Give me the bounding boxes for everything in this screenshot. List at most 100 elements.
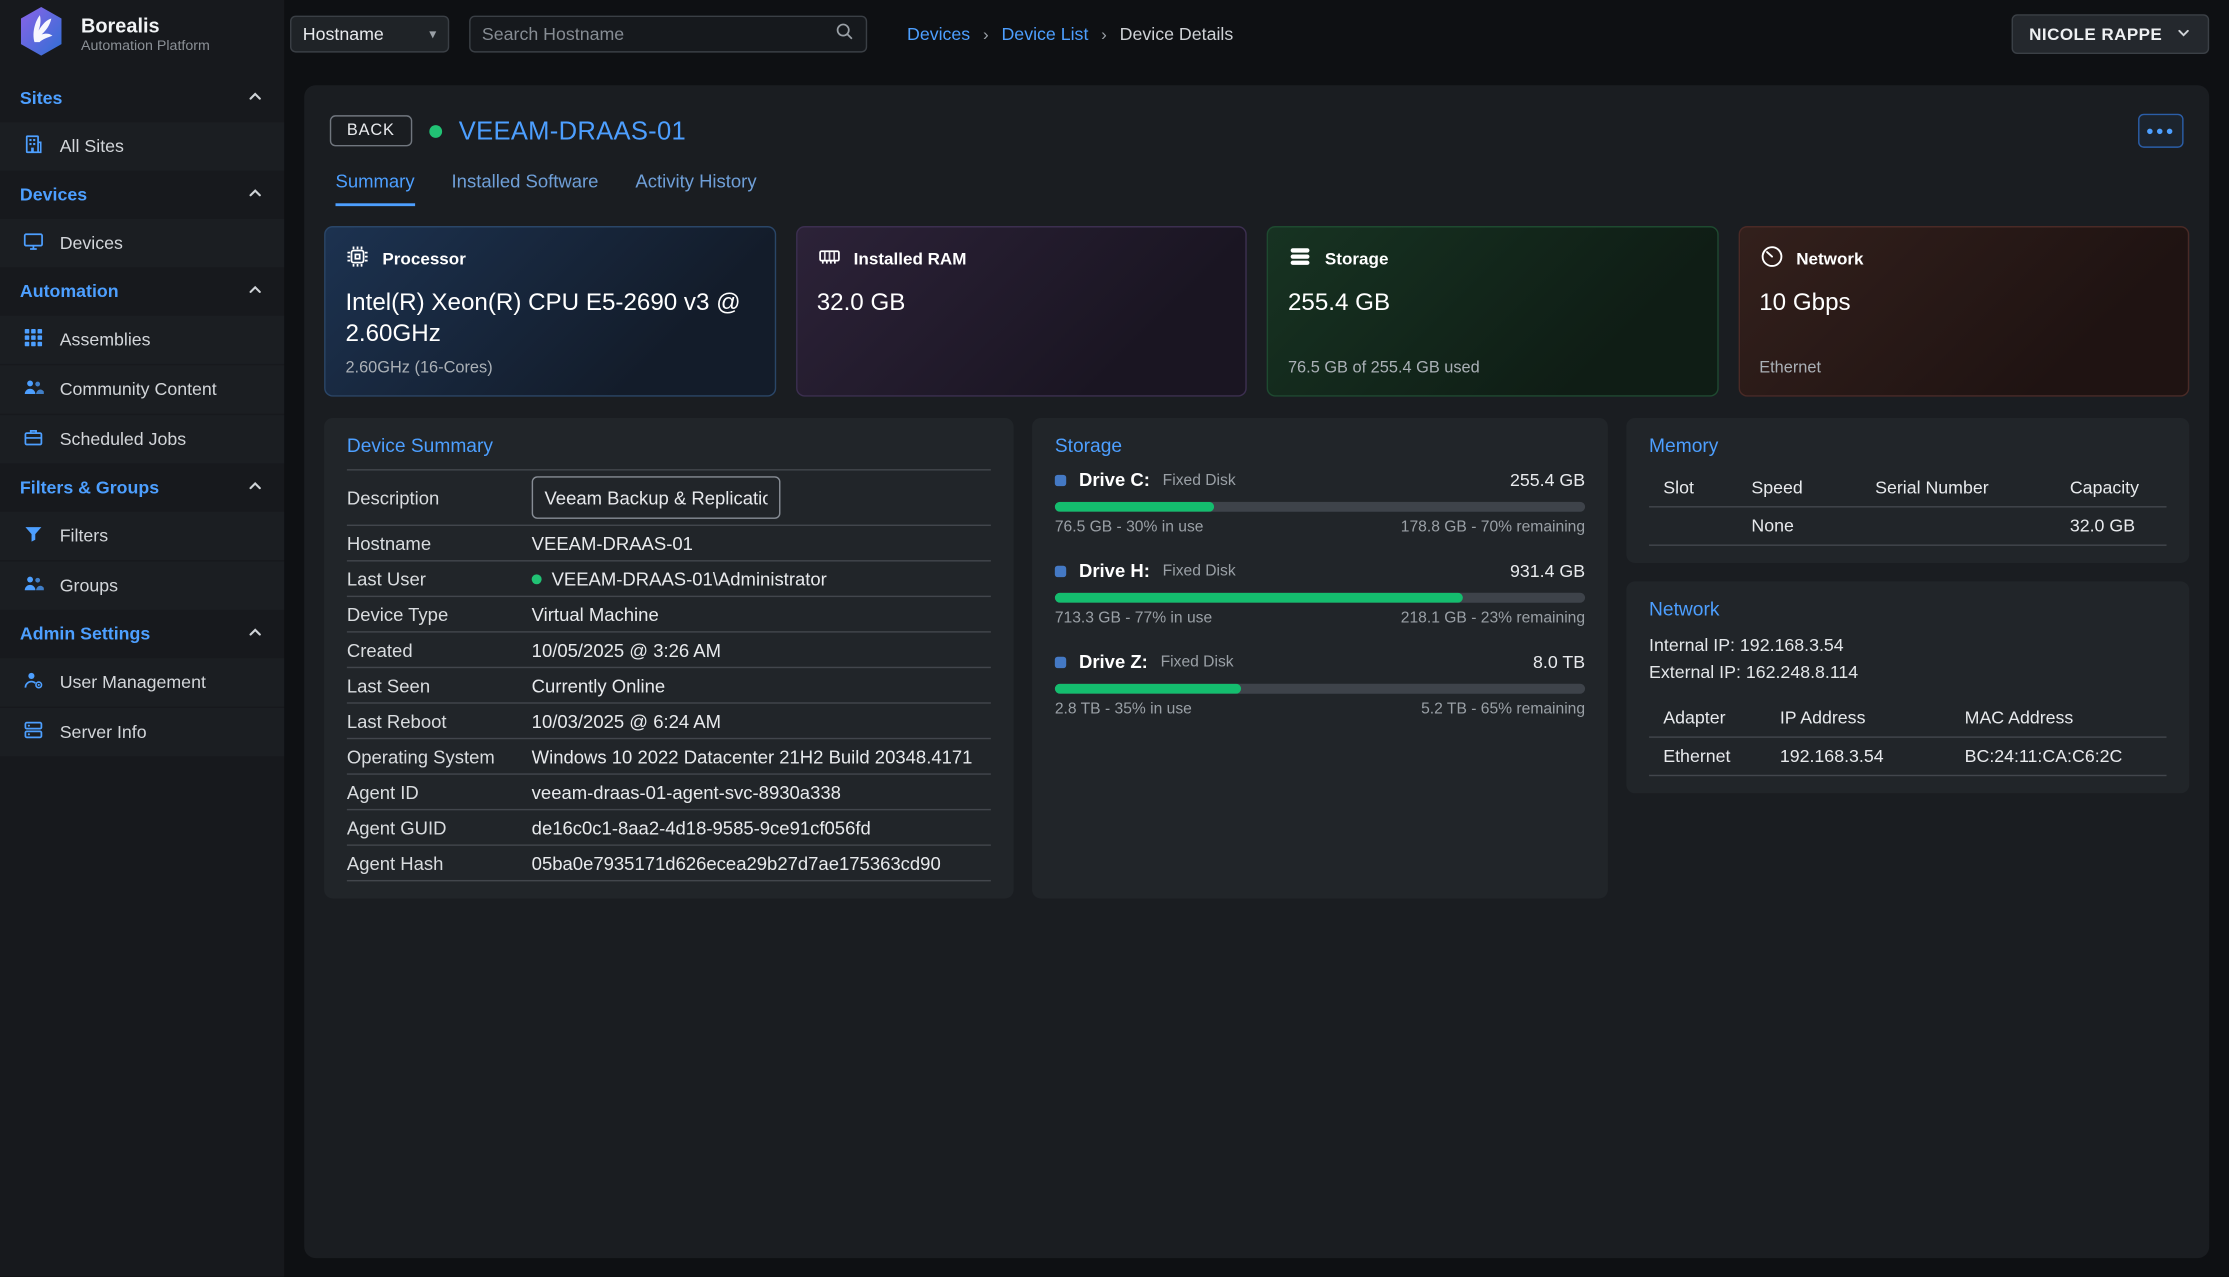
drive-name: Drive H: [1079, 560, 1150, 581]
chevron-up-icon [246, 183, 264, 206]
drive-usage-bar [1055, 684, 1585, 694]
storage-panel: Storage Drive C: Fixed Disk 255.4 GB 76.… [1032, 418, 1608, 899]
device-details-panel: BACK VEEAM-DRAAS-01 ●●● Summary Installe… [304, 85, 2209, 1258]
sidebar-item-assemblies[interactable]: Assemblies [0, 316, 284, 364]
table-row: None 32.0 GB [1649, 508, 2166, 546]
card-footer: 2.60GHz (16-Cores) [345, 360, 754, 378]
sidebar-item-groups[interactable]: Groups [0, 562, 284, 610]
drive-size: 8.0 TB [1533, 652, 1585, 672]
brand[interactable]: Borealis Automation Platform [0, 0, 284, 68]
description-input[interactable] [532, 476, 781, 519]
drive-usage-bar [1055, 593, 1585, 603]
app-viewport: Borealis Automation Platform Sites All S… [0, 0, 2229, 1277]
card-footer: Ethernet [1759, 360, 2168, 378]
field-value: 10/05/2025 @ 3:26 AM [532, 639, 721, 660]
cell-adapter: Ethernet [1663, 746, 1780, 766]
item-label: Server Info [60, 722, 147, 742]
device-summary-panel: Device Summary Description Hostname VEEA… [324, 418, 1013, 899]
column-header: Serial Number [1875, 478, 2070, 498]
search-icon [834, 21, 854, 48]
monitor-icon [23, 230, 44, 256]
gauge-icon [1759, 245, 1783, 273]
column-header: MAC Address [1965, 708, 2167, 728]
network-panel: Network Internal IP: 192.168.3.54 Extern… [1626, 581, 2189, 792]
sidebar-item-community-content[interactable]: Community Content [0, 365, 284, 413]
online-status-dot [429, 124, 442, 137]
more-actions-button[interactable]: ●●● [2138, 114, 2183, 148]
section-label: Devices [20, 185, 87, 205]
panel-title: Storage [1055, 435, 1585, 456]
search-input[interactable] [482, 24, 835, 44]
sidebar-item-scheduled-jobs[interactable]: Scheduled Jobs [0, 415, 284, 463]
drive-row: Drive H: Fixed Disk 931.4 GB 713.3 GB - … [1055, 560, 1585, 627]
sidebar-item-server-info[interactable]: Server Info [0, 708, 284, 756]
card-title: Network [1796, 249, 1863, 269]
drive-row: Drive C: Fixed Disk 255.4 GB 76.5 GB - 3… [1055, 469, 1585, 536]
briefcase-icon [23, 426, 44, 452]
sidebar-item-user-management[interactable]: User Management [0, 658, 284, 706]
topbar: Hostname ▾ Devices › Device List › Devic… [284, 0, 2229, 68]
sidebar-item-all-sites[interactable]: All Sites [0, 122, 284, 170]
table-row: Operating System Windows 10 2022 Datacen… [347, 739, 991, 775]
user-menu-button[interactable]: NICOLE RAPPE [2012, 14, 2209, 54]
ram-icon [817, 245, 841, 273]
table-header: Adapter IP Address MAC Address [1649, 699, 2166, 737]
field-label: Last User [347, 568, 532, 589]
card-title: Installed RAM [854, 249, 967, 269]
sidebar-section-devices[interactable]: Devices [0, 171, 284, 219]
panel-title: Device Summary [347, 435, 991, 456]
table-row: Last Reboot 10/03/2025 @ 6:24 AM [347, 704, 991, 740]
table-row: Hostname VEEAM-DRAAS-01 [347, 526, 991, 562]
cell-speed: None [1751, 516, 1875, 536]
card-title: Storage [1325, 249, 1389, 269]
drive-used: 2.8 TB - 35% in use [1055, 701, 1192, 718]
sidebar-section-automation[interactable]: Automation [0, 267, 284, 315]
table-row: Created 10/05/2025 @ 3:26 AM [347, 633, 991, 669]
field-value: Virtual Machine [532, 603, 659, 624]
table-row: Ethernet 192.168.3.54 BC:24:11:CA:C6:2C [1649, 737, 2166, 775]
field-label: Operating System [347, 746, 532, 767]
table-row: Last Seen Currently Online [347, 668, 991, 704]
tab-summary[interactable]: Summary [335, 171, 414, 207]
field-label: Hostname [347, 532, 532, 553]
drive-remaining: 218.1 GB - 23% remaining [1401, 610, 1585, 627]
dropdown-value: Hostname [303, 24, 384, 44]
drive-row: Drive Z: Fixed Disk 8.0 TB 2.8 TB - 35% … [1055, 651, 1585, 718]
back-button[interactable]: BACK [330, 115, 412, 146]
field-value: VEEAM-DRAAS-01\Administrator [552, 568, 827, 589]
chevron-up-icon [246, 623, 264, 646]
field-label: Created [347, 639, 532, 660]
tab-installed-software[interactable]: Installed Software [452, 171, 599, 207]
title-row: BACK VEEAM-DRAAS-01 ●●● [324, 105, 2189, 148]
sidebar-section-admin-settings[interactable]: Admin Settings [0, 610, 284, 658]
tab-activity-history[interactable]: Activity History [635, 171, 756, 207]
hostname-filter-dropdown[interactable]: Hostname ▾ [290, 16, 449, 53]
memory-panel: Memory Slot Speed Serial Number Capacity… [1626, 418, 2189, 563]
internal-ip: Internal IP: 192.168.3.54 [1649, 633, 2166, 661]
table-row: Agent ID veeam-draas-01-agent-svc-8930a3… [347, 775, 991, 811]
breadcrumb-devices[interactable]: Devices [907, 24, 970, 44]
breadcrumb-device-list[interactable]: Device List [1001, 24, 1088, 44]
sidebar-nav: Sites All Sites Devices Devices Automati… [0, 68, 284, 756]
brand-subtitle: Automation Platform [81, 38, 210, 54]
online-status-dot [532, 574, 542, 584]
device-summary-table: Description Hostname VEEAM-DRAAS-01 Last… [347, 469, 991, 881]
rabbit-logo-icon [14, 4, 68, 65]
funnel-icon [23, 523, 44, 549]
field-value: veeam-draas-01-agent-svc-8930a338 [532, 781, 841, 802]
card-value: Intel(R) Xeon(R) CPU E5-2690 v3 @ 2.60GH… [345, 287, 743, 350]
page-title: VEEAM-DRAAS-01 [459, 116, 686, 146]
section-label: Filters & Groups [20, 478, 159, 498]
sidebar-item-devices[interactable]: Devices [0, 219, 284, 267]
breadcrumb: Devices › Device List › Device Details [907, 24, 1233, 44]
table-row: Device Type Virtual Machine [347, 597, 991, 633]
user-gear-icon [23, 670, 44, 696]
card-footer: 76.5 GB of 255.4 GB used [1288, 360, 1697, 378]
drive-used: 76.5 GB - 30% in use [1055, 519, 1204, 536]
sidebar-item-filters[interactable]: Filters [0, 512, 284, 560]
sidebar-section-sites[interactable]: Sites [0, 74, 284, 122]
drive-usage-bar [1055, 502, 1585, 512]
column-header: Speed [1751, 478, 1875, 498]
sidebar-section-filters-groups[interactable]: Filters & Groups [0, 463, 284, 511]
item-label: Devices [60, 233, 123, 253]
